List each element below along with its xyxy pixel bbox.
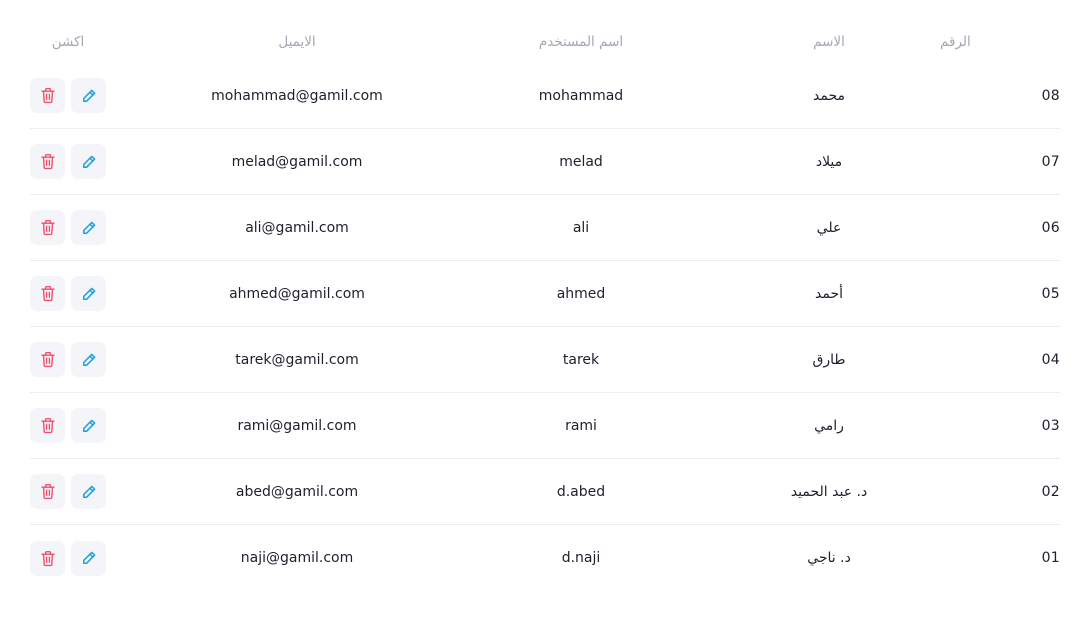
row-name: د. ناجي xyxy=(807,550,851,566)
row-number: 07 xyxy=(1041,153,1060,170)
row-email: tarek@gamil.com xyxy=(235,351,359,368)
row-number: 02 xyxy=(1041,483,1060,500)
row-username: melad xyxy=(559,153,603,170)
pencil-icon xyxy=(81,220,97,236)
table-row: 08 محمد mohammad mohammad@gamil.com xyxy=(30,63,1060,129)
delete-button[interactable] xyxy=(30,540,65,576)
pencil-icon xyxy=(81,550,97,566)
row-email: melad@gamil.com xyxy=(231,153,363,170)
row-email: mohammad@gamil.com xyxy=(211,87,383,104)
table-row: 02 د. عبد الحميد d.abed abed@gamil.com xyxy=(30,459,1060,525)
row-username: rami xyxy=(565,417,597,434)
pencil-icon xyxy=(81,484,97,500)
delete-button[interactable] xyxy=(30,342,65,377)
trash-icon xyxy=(40,417,56,434)
row-email: abed@gamil.com xyxy=(235,483,359,500)
delete-button[interactable] xyxy=(30,276,65,311)
row-actions xyxy=(30,195,140,260)
table-row: 06 علي ali ali@gamil.com xyxy=(30,195,1060,261)
edit-button[interactable] xyxy=(71,342,106,377)
delete-button[interactable] xyxy=(30,78,65,113)
pencil-icon xyxy=(81,418,97,434)
delete-button[interactable] xyxy=(30,474,65,509)
table-row: 03 رامي rami rami@gamil.com xyxy=(30,393,1060,459)
trash-icon xyxy=(40,87,56,104)
row-actions xyxy=(30,525,140,591)
row-number: 08 xyxy=(1041,87,1060,104)
edit-button[interactable] xyxy=(71,210,106,245)
row-username: d.naji xyxy=(561,550,601,566)
edit-button[interactable] xyxy=(71,276,106,311)
edit-button[interactable] xyxy=(71,78,106,113)
row-actions xyxy=(30,129,140,194)
table-row: 04 طارق tarek tarek@gamil.com xyxy=(30,327,1060,393)
row-actions xyxy=(30,393,140,458)
row-email: rami@gamil.com xyxy=(237,417,357,434)
pencil-icon xyxy=(81,88,97,104)
row-actions xyxy=(30,327,140,392)
users-table: الرقم الاسم اسم المستخدم الايميل اكشن 08… xyxy=(30,0,1060,576)
row-name: محمد xyxy=(813,87,845,104)
edit-button[interactable] xyxy=(71,474,106,509)
row-email: ahmed@gamil.com xyxy=(229,285,365,302)
row-username: ahmed xyxy=(556,285,606,302)
trash-icon xyxy=(40,351,56,368)
row-email: ali@gamil.com xyxy=(245,219,349,236)
row-username: mohammad xyxy=(538,87,624,104)
row-number: 06 xyxy=(1041,219,1060,236)
row-name: طارق xyxy=(812,351,846,368)
edit-button[interactable] xyxy=(71,408,106,443)
row-username: ali xyxy=(572,219,590,236)
row-actions xyxy=(30,261,140,326)
pencil-icon xyxy=(81,352,97,368)
row-email: naji@gamil.com xyxy=(240,550,354,566)
row-number: 01 xyxy=(1041,550,1060,566)
delete-button[interactable] xyxy=(30,144,65,179)
table-body: 08 محمد mohammad mohammad@gamil.com 07 م… xyxy=(30,63,1060,591)
table-row: 05 أحمد ahmed ahmed@gamil.com xyxy=(30,261,1060,327)
trash-icon xyxy=(40,483,56,500)
delete-button[interactable] xyxy=(30,408,65,443)
row-name: ميلاد xyxy=(815,153,843,170)
table-row: 07 ميلاد melad melad@gamil.com xyxy=(30,129,1060,195)
row-actions xyxy=(30,459,140,524)
pencil-icon xyxy=(81,154,97,170)
row-name: رامي xyxy=(814,417,844,434)
row-number: 05 xyxy=(1041,285,1060,302)
row-actions xyxy=(30,63,140,128)
row-username: tarek xyxy=(562,351,600,368)
trash-icon xyxy=(40,285,56,302)
delete-button[interactable] xyxy=(30,210,65,245)
pencil-icon xyxy=(81,286,97,302)
edit-button[interactable] xyxy=(71,144,106,179)
trash-icon xyxy=(40,219,56,236)
row-number: 04 xyxy=(1041,351,1060,368)
row-name: أحمد xyxy=(815,285,843,302)
table-row: 01 د. ناجي d.naji naji@gamil.com xyxy=(30,525,1060,591)
row-name: د. عبد الحميد xyxy=(790,483,868,500)
trash-icon xyxy=(40,153,56,170)
row-number: 03 xyxy=(1041,417,1060,434)
edit-button[interactable] xyxy=(71,540,106,576)
trash-icon xyxy=(40,550,56,567)
table-header: الرقم الاسم اسم المستخدم الايميل اكشن xyxy=(30,0,1060,62)
row-username: d.abed xyxy=(556,483,606,500)
row-name: علي xyxy=(816,219,842,236)
